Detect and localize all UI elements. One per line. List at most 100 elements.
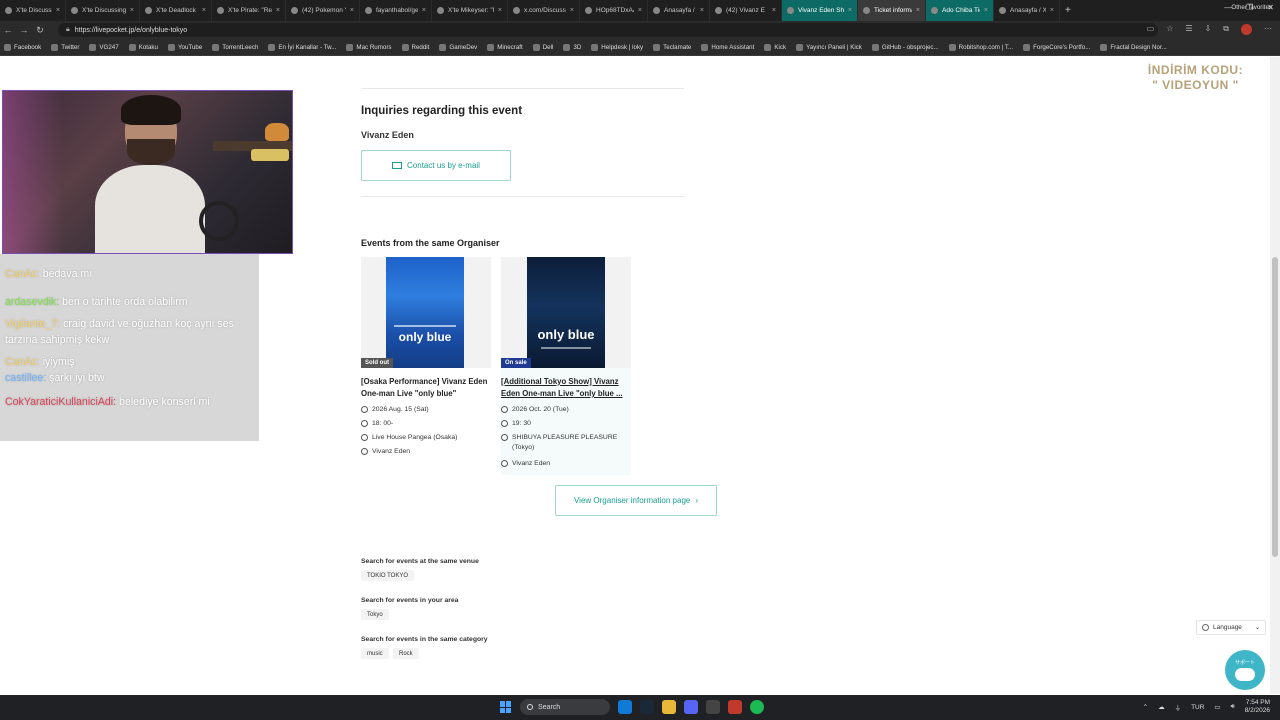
bookmark-item[interactable]: En İyi Kanallar - Tw... [268,43,336,51]
tab-close-icon[interactable]: × [848,7,852,14]
steam-icon[interactable] [640,700,654,714]
bookmark-item[interactable]: Yayıncı Paneli | Kick [796,43,862,51]
bookmark-item[interactable]: YouTube [167,43,202,51]
category-chip-rock[interactable]: Rock [393,648,419,659]
browser-tab[interactable]: X'te DiscussingFi × [66,0,140,21]
tab-close-icon[interactable]: × [700,7,704,14]
browser-tab[interactable]: X'te Deadlock Inf × [140,0,212,21]
event-title[interactable]: [Osaka Performance] Vivanz Eden One-man … [361,376,489,400]
bookmark-item[interactable]: Home Assistant [701,43,754,51]
split-screen-icon[interactable]: ▭ [1147,24,1155,35]
volume-icon[interactable]: 🔊︎ [1231,703,1235,711]
tab-close-icon[interactable]: × [916,7,920,14]
bookmark-item[interactable]: Dell [532,43,553,51]
bookmark-item[interactable]: Fractal Design Nor... [1100,43,1167,51]
bookmark-item[interactable]: Facebook [4,43,41,51]
browser-tab[interactable]: X'te DiscussingFi × [0,0,66,21]
browser-tab[interactable]: X'te Pirate: "Rem × [212,0,286,21]
scrollbar-thumb[interactable] [1272,257,1278,557]
language-indicator[interactable]: TUR [1191,704,1204,711]
support-chat-button[interactable]: サポート [1225,650,1265,690]
bookmark-icon [128,43,136,51]
new-tab-button[interactable]: + [1060,0,1076,21]
tab-close-icon[interactable]: × [1050,7,1054,14]
browser-tab[interactable]: x.com/Discussing × [508,0,580,21]
tab-close-icon[interactable]: × [772,7,776,14]
spotify-icon[interactable] [750,700,764,714]
tab-close-icon[interactable]: × [56,7,60,14]
file-explorer-icon[interactable] [662,700,676,714]
event-poster[interactable]: only blue Sold out [361,257,491,368]
taskbar-search[interactable]: Search [520,699,610,715]
tray-chevron-icon[interactable]: ⌃ [1143,703,1148,711]
browser-tab[interactable]: Vivanz Eden Shib × [782,0,858,21]
venue-chip[interactable]: TOKIO TOKYO [361,570,415,581]
tab-close-icon[interactable]: × [350,7,354,14]
category-chip-music[interactable]: music [361,648,389,659]
event-card[interactable]: only blue On sale [Additional Tokyo Show… [501,257,631,475]
tab-close-icon[interactable]: × [498,7,502,14]
browser-tab[interactable]: Ado Chiba Tickets × [926,0,994,21]
browser-tab[interactable]: X'te Mikeyser: "I × [432,0,508,21]
bookmark-item[interactable]: Kotaku [128,43,158,51]
forward-icon[interactable]: → [16,25,32,35]
event-poster[interactable]: only blue On sale [501,257,631,368]
bookmark-item[interactable]: GitHub - obsprojec... [871,43,939,51]
event-card[interactable]: only blue Sold out [Osaka Performance] V… [361,257,491,475]
onedrive-icon[interactable]: ☁ [1158,703,1165,711]
language-selector[interactable]: Language ⌄ [1196,620,1266,635]
browser-tab[interactable]: (42) Vivanz E × [710,0,782,21]
extensions-icon[interactable]: ⧉ [1223,24,1229,35]
app-icon[interactable] [706,700,720,714]
tab-close-icon[interactable]: × [202,7,206,14]
bookmark-item[interactable]: 3D [563,43,581,51]
usb-icon[interactable]: ⏚ [1175,702,1182,712]
windows-start-icon[interactable] [500,701,512,713]
tab-close-icon[interactable]: × [276,7,280,14]
browser-tab[interactable]: fayanthabol/gen × [360,0,432,21]
bookmark-item[interactable]: Robitshop.com | T... [948,43,1013,51]
discord-icon[interactable] [684,700,698,714]
tab-close-icon[interactable]: × [570,7,574,14]
tab-close-icon[interactable]: × [638,7,642,14]
browser-tab[interactable]: Anasayfa / X × [994,0,1060,21]
contact-email-button[interactable]: Contact us by e-mail [361,150,511,181]
bookmark-item[interactable]: Mac Rumors [346,43,392,51]
bookmark-item[interactable]: Twitter [51,43,79,51]
bookmark-item[interactable]: Teclamate [653,43,691,51]
bookmark-item[interactable]: GameDev [439,43,477,51]
view-organiser-button[interactable]: View Organiser information page › [555,485,717,516]
edge-icon[interactable] [618,700,632,714]
browser-tab[interactable]: Anasayfa / X × [648,0,710,21]
page-scrollbar[interactable] [1270,57,1280,694]
bookmark-item[interactable]: Minecraft [487,43,523,51]
url-input[interactable]: 🔒︎ https://livepocket.jp/e/onlyblue-toky… [58,23,1158,37]
tab-favicon-icon [715,7,722,14]
event-title-link[interactable]: [Additional Tokyo Show] Vivanz Eden One-… [501,376,629,400]
favorite-star-icon[interactable]: ☆ [1166,24,1173,35]
bookmark-item[interactable]: VG247 [89,43,119,51]
obs-icon[interactable] [728,700,742,714]
bookmark-item[interactable]: Kick [764,43,786,51]
browser-tab[interactable]: HOp68TDxAAS × [580,0,648,21]
tab-close-icon[interactable]: × [984,7,988,14]
event-date-text: 2026 Oct. 20 (Tue) [512,406,569,413]
browser-tab[interactable]: (42) Pokemon Yel × [286,0,360,21]
browser-tab[interactable]: Ticket informatio × [858,0,926,21]
bookmark-item[interactable]: Helpdesk | loky [591,43,643,51]
bookmark-item[interactable]: TorrentLeech [212,43,258,51]
clock[interactable]: 7:54 PM 8/2/2026 [1245,699,1270,715]
bookmark-item[interactable]: ForgeCore's Portfo... [1023,43,1090,51]
tab-close-icon[interactable]: × [130,7,134,14]
tab-close-icon[interactable]: × [422,7,426,14]
menu-icon[interactable]: ⋯ [1264,24,1272,35]
bookmark-item[interactable]: Reddit [401,43,429,51]
network-icon[interactable]: ▭ [1214,703,1220,711]
reload-icon[interactable]: ↻ [32,25,48,36]
download-icon[interactable]: ⇩ [1205,24,1212,35]
area-chip[interactable]: Tokyo [361,609,389,620]
other-favorites[interactable]: Other favorites [1231,4,1272,11]
favorites-icon[interactable]: ☰ [1185,24,1192,35]
profile-avatar[interactable] [1241,24,1252,35]
back-icon[interactable]: ← [0,25,16,35]
